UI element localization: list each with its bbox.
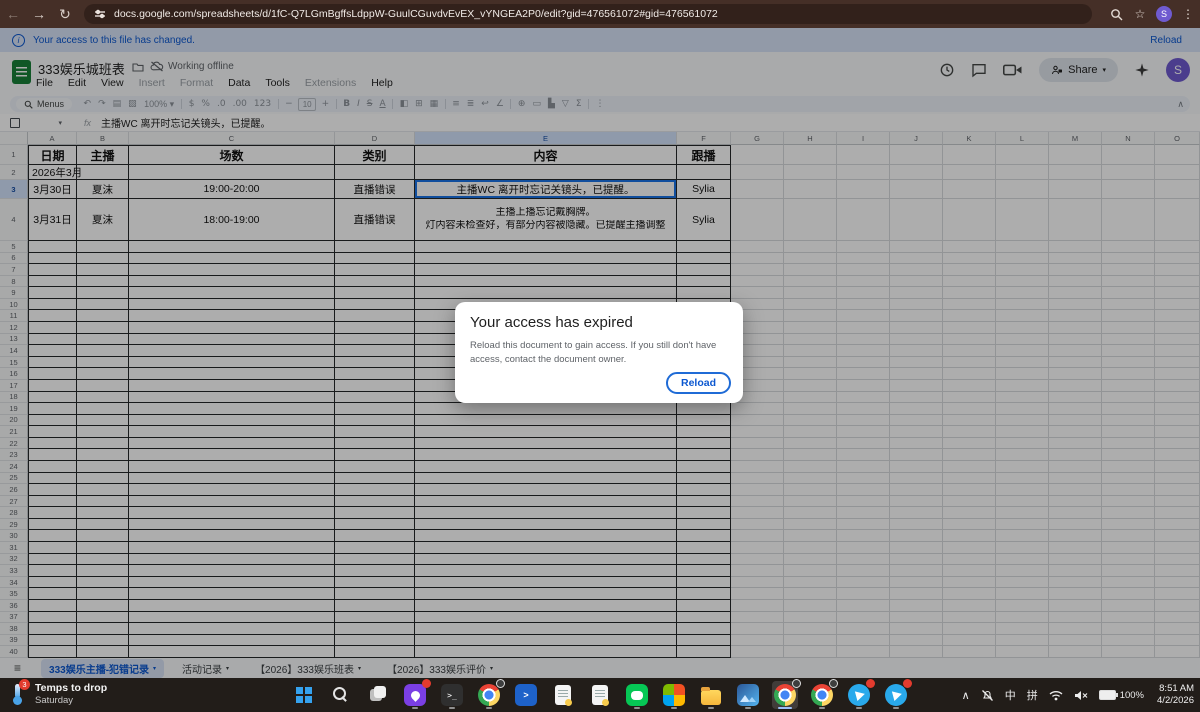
open-app-indicator [412, 707, 418, 709]
zoom-search-icon[interactable] [1104, 8, 1128, 21]
notification-badge [422, 679, 431, 688]
battery-indicator[interactable]: 100% [1099, 690, 1144, 701]
task-view-icon[interactable] [365, 681, 391, 709]
open-app-indicator [449, 707, 455, 709]
volume-muted-icon[interactable] [1074, 690, 1088, 701]
browser-toolbar: ← → ↻ docs.google.com/spreadsheets/d/1fC… [0, 0, 1200, 28]
open-app-indicator [671, 707, 677, 709]
clock-date: 4/2/2026 [1157, 695, 1194, 707]
access-expired-dialog: Your access has expired Reload this docu… [455, 302, 743, 403]
profile-badge [792, 679, 801, 688]
chrome-icon[interactable] [809, 681, 835, 709]
powershell-icon[interactable]: > [513, 681, 539, 709]
clock[interactable]: 8:51 AM 4/2/2026 [1157, 683, 1194, 707]
reload-button[interactable]: Reload [666, 372, 731, 394]
back-icon[interactable]: ← [0, 6, 26, 22]
url-text: docs.google.com/spreadsheets/d/1fC-Q7LGm… [114, 8, 718, 20]
microsoft-365-icon[interactable] [661, 681, 687, 709]
open-app-indicator [819, 707, 825, 709]
open-app-indicator [486, 707, 492, 709]
forward-icon[interactable]: → [26, 6, 52, 22]
line-app-icon[interactable] [624, 681, 650, 709]
profile-badge [496, 679, 505, 688]
ime-language-indicator[interactable]: 中 [1005, 687, 1016, 703]
tray-expand-icon[interactable]: ∧ [962, 689, 970, 702]
windows-start-icon[interactable] [291, 681, 317, 709]
battery-icon [1099, 690, 1116, 700]
open-app-indicator [778, 707, 792, 709]
open-app-indicator [745, 707, 751, 709]
wifi-icon[interactable] [1049, 690, 1063, 701]
windows-taskbar: 3 Temps to drop Saturday >_> ∧ 中 拼 100% … [0, 678, 1200, 712]
photos-app-icon[interactable] [735, 681, 761, 709]
site-settings-icon[interactable] [94, 8, 106, 20]
notification-badge [866, 679, 875, 688]
search-icon[interactable] [328, 681, 354, 709]
terminal-icon[interactable]: >_ [439, 681, 465, 709]
chrome-active-icon[interactable] [772, 681, 798, 709]
open-app-indicator [893, 707, 899, 709]
browser-profile-avatar[interactable]: S [1156, 6, 1172, 22]
dialog-body: Reload this document to gain access. If … [470, 339, 726, 368]
text-editor-icon[interactable] [550, 681, 576, 709]
text-editor-2-icon[interactable] [587, 681, 613, 709]
notification-badge [903, 679, 912, 688]
file-explorer-icon[interactable] [698, 681, 724, 709]
clock-time: 8:51 AM [1157, 683, 1194, 695]
chrome-profile-icon[interactable] [476, 681, 502, 709]
refresh-icon[interactable]: ↻ [52, 6, 78, 23]
ime-mode-indicator[interactable]: 拼 [1027, 687, 1038, 703]
browser-menu-icon[interactable]: ⋮ [1176, 7, 1200, 21]
bookmark-star-icon[interactable]: ☆ [1128, 7, 1152, 21]
pinned-app-icon[interactable] [402, 681, 428, 709]
notification-off-icon[interactable] [981, 689, 994, 702]
open-app-indicator [708, 707, 714, 709]
profile-badge [829, 679, 838, 688]
open-app-indicator [856, 707, 862, 709]
url-bar[interactable]: docs.google.com/spreadsheets/d/1fC-Q7LGm… [84, 4, 1092, 24]
open-app-indicator [634, 707, 640, 709]
dialog-title: Your access has expired [470, 314, 633, 331]
telegram-2-icon[interactable] [883, 681, 909, 709]
telegram-icon[interactable] [846, 681, 872, 709]
